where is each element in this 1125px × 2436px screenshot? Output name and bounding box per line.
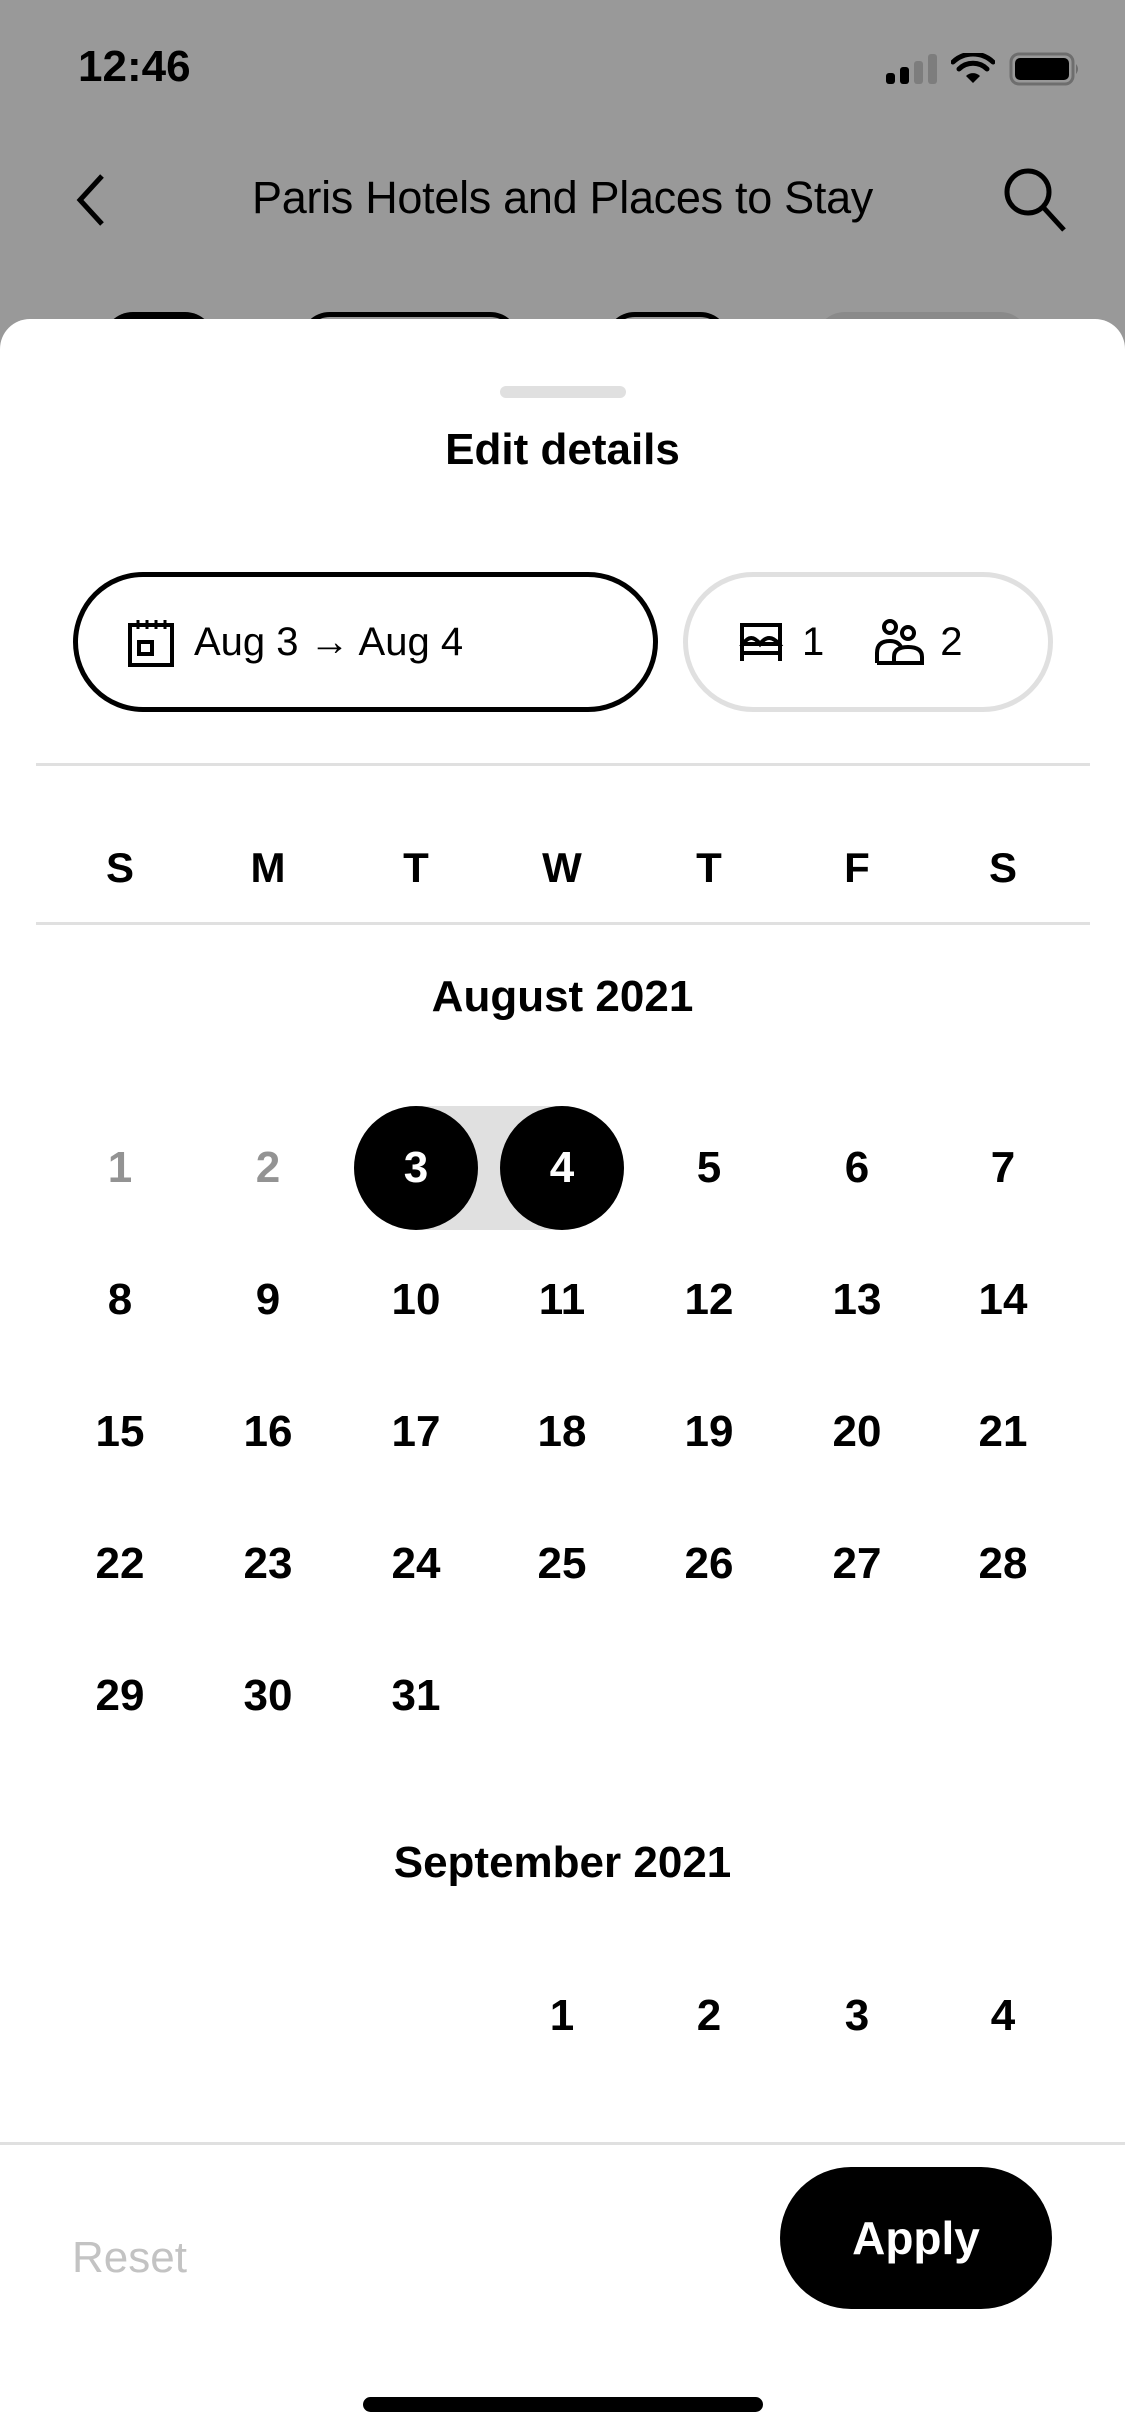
calendar-day[interactable]: 10 — [354, 1238, 478, 1362]
calendar-day[interactable]: 27 — [795, 1502, 919, 1626]
calendar-day[interactable]: 28 — [941, 1502, 1065, 1626]
month-title-august: August 2021 — [431, 972, 694, 1021]
calendar-day[interactable]: 14 — [941, 1238, 1065, 1362]
calendar-day-disabled[interactable]: 2 — [206, 1106, 330, 1230]
edit-details-sheet: Edit details Aug 3 → Aug 4 1 2 S M T W T… — [0, 319, 1125, 2436]
calendar-day[interactable]: 20 — [795, 1370, 919, 1494]
calendar-day[interactable]: 31 — [354, 1634, 478, 1758]
apply-button[interactable]: Apply — [780, 2167, 1052, 2309]
calendar-day[interactable]: 4 — [941, 1954, 1065, 2039]
calendar-scroll[interactable]: August 2021 September 2021 1 2 3 4 5 6 7 8 9 10 11… — [0, 319, 1125, 2039]
calendar-day[interactable]: 25 — [500, 1502, 624, 1626]
calendar-day-checkout[interactable]: 4 — [500, 1106, 624, 1230]
calendar-day[interactable]: 30 — [206, 1634, 330, 1758]
calendar-day[interactable]: 26 — [647, 1502, 771, 1626]
reset-button[interactable]: Reset — [72, 2233, 187, 2283]
month-title-september: September 2021 — [393, 1838, 732, 1887]
calendar-day-checkin[interactable]: 3 — [354, 1106, 478, 1230]
calendar-day[interactable]: 16 — [206, 1370, 330, 1494]
battery-icon — [1009, 52, 1078, 86]
calendar-day[interactable]: 18 — [500, 1370, 624, 1494]
signal-icon — [886, 54, 937, 84]
calendar-day[interactable]: 5 — [647, 1106, 771, 1230]
calendar-day[interactable]: 3 — [795, 1954, 919, 2039]
calendar-day[interactable]: 7 — [941, 1106, 1065, 1230]
calendar-day[interactable]: 24 — [354, 1502, 478, 1626]
calendar-day[interactable]: 2 — [647, 1954, 771, 2039]
screen: 12:46 Paris Hotels and Places to Stay Ed… — [0, 0, 1125, 2436]
calendar-day[interactable]: 12 — [647, 1238, 771, 1362]
calendar-day[interactable]: 23 — [206, 1502, 330, 1626]
calendar-day[interactable]: 19 — [647, 1370, 771, 1494]
calendar-day[interactable]: 22 — [58, 1502, 182, 1626]
calendar-day[interactable]: 11 — [500, 1238, 624, 1362]
calendar-day[interactable]: 29 — [58, 1634, 182, 1758]
home-indicator — [363, 2397, 763, 2412]
calendar-day[interactable]: 13 — [795, 1238, 919, 1362]
status-icons — [886, 52, 1081, 86]
calendar-day[interactable]: 15 — [58, 1370, 182, 1494]
search-icon[interactable] — [998, 162, 1070, 234]
calendar-day-disabled[interactable]: 1 — [58, 1106, 182, 1230]
calendar-day[interactable]: 8 — [58, 1238, 182, 1362]
footer-divider — [0, 2142, 1125, 2145]
calendar-day[interactable]: 21 — [941, 1370, 1065, 1494]
wifi-icon — [951, 53, 995, 83]
calendar-day[interactable]: 9 — [206, 1238, 330, 1362]
page-title: Paris Hotels and Places to Stay — [251, 172, 873, 223]
status-time: 12:46 — [78, 42, 191, 91]
calendar-day[interactable]: 1 — [500, 1954, 624, 2039]
calendar-day[interactable]: 6 — [795, 1106, 919, 1230]
calendar-day[interactable]: 17 — [354, 1370, 478, 1494]
